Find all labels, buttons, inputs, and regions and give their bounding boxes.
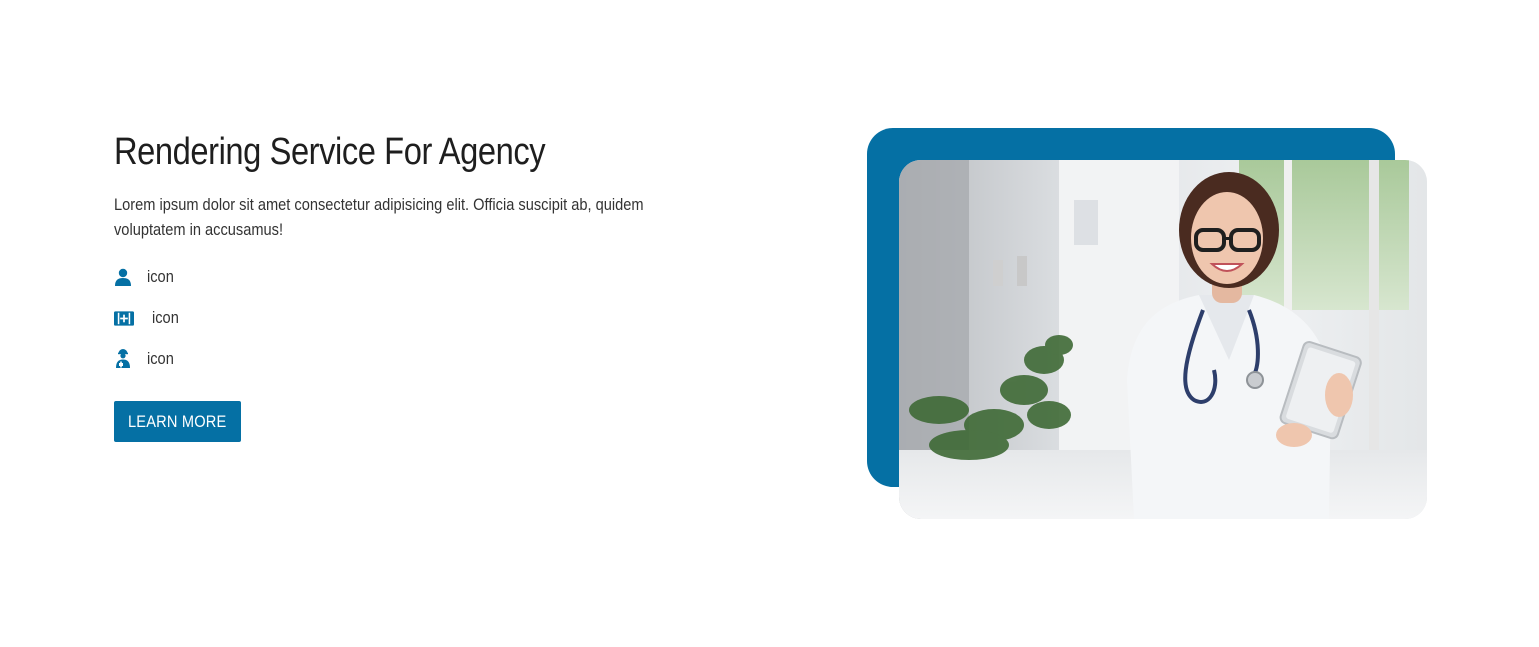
feature-item-medkit: icon <box>114 297 694 338</box>
learn-more-label: LEARN MORE <box>128 411 227 431</box>
feature-label: icon <box>147 266 174 286</box>
learn-more-button[interactable]: LEARN MORE <box>114 401 241 442</box>
hero-title: Rendering Service For Agency <box>114 131 546 173</box>
hero-content: Rendering Service For Agency Lorem ipsum… <box>114 128 694 442</box>
doctor-photo <box>899 160 1427 519</box>
feature-list: icon icon icon <box>114 256 694 379</box>
feature-item-patient: icon <box>114 338 694 379</box>
medkit-icon <box>114 308 134 328</box>
hero-description: Lorem ipsum dolor sit amet consectetur a… <box>114 195 644 239</box>
hero-media <box>867 128 1427 519</box>
doctor-illustration <box>899 160 1427 519</box>
feature-label: icon <box>147 348 174 368</box>
user-icon <box>114 267 134 287</box>
feature-item-user: icon <box>114 256 694 297</box>
feature-label: icon <box>152 307 179 327</box>
hero-section: Rendering Service For Agency Lorem ipsum… <box>0 0 1539 647</box>
user-injured-icon <box>114 349 134 369</box>
